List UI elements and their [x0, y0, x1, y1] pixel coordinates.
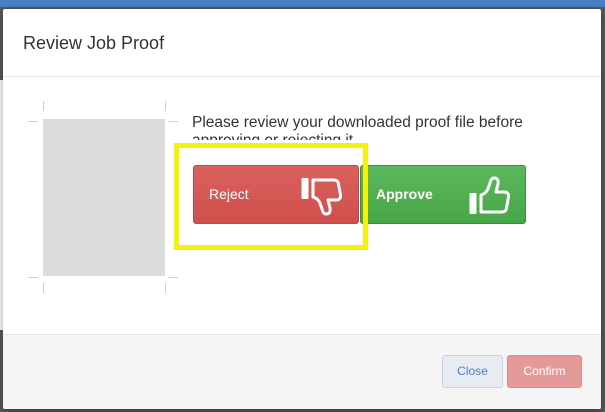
- page-top-bar: [0, 0, 605, 7]
- dialog-body: Please review your downloaded proof file…: [3, 78, 601, 334]
- dialog-title: Review Job Proof: [23, 33, 165, 53]
- thumbs-down-icon: [301, 178, 343, 216]
- confirm-button[interactable]: Confirm: [507, 355, 582, 388]
- thumbs-up-icon: [469, 176, 511, 214]
- dialog-header: Review Job Proof: [3, 9, 601, 77]
- proof-thumbnail[interactable]: [43, 119, 165, 276]
- review-instruction-text: Please review your downloaded proof file…: [192, 114, 523, 140]
- dialog-footer: Close Confirm: [3, 334, 601, 409]
- approve-button[interactable]: Approve: [360, 165, 526, 224]
- approve-button-label: Approve: [376, 186, 433, 202]
- review-proof-dialog: Review Job Proof Please review your down…: [3, 9, 601, 409]
- reject-button-label: Reject: [209, 186, 249, 202]
- reject-button[interactable]: Reject: [193, 165, 359, 224]
- close-button[interactable]: Close: [442, 355, 503, 388]
